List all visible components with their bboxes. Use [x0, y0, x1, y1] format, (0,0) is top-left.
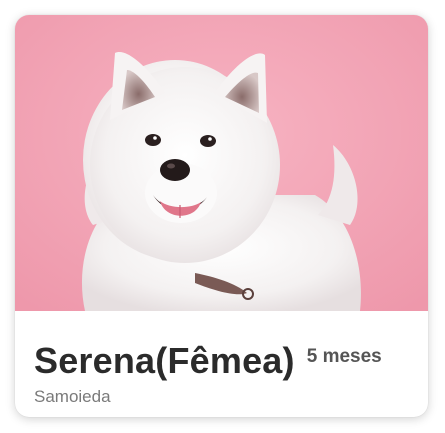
pet-age: 5 meses: [306, 346, 382, 367]
pet-breed: Samoieda: [34, 387, 111, 406]
pet-info: Serena(Fêmea) 5 meses Samoieda: [15, 311, 428, 417]
pet-photo: [15, 15, 428, 311]
pet-name-row: Serena(Fêmea) 5 meses: [34, 340, 382, 382]
pet-card[interactable]: Serena(Fêmea) 5 meses Samoieda: [15, 15, 428, 417]
pet-name: Serena(Fêmea): [34, 340, 295, 381]
